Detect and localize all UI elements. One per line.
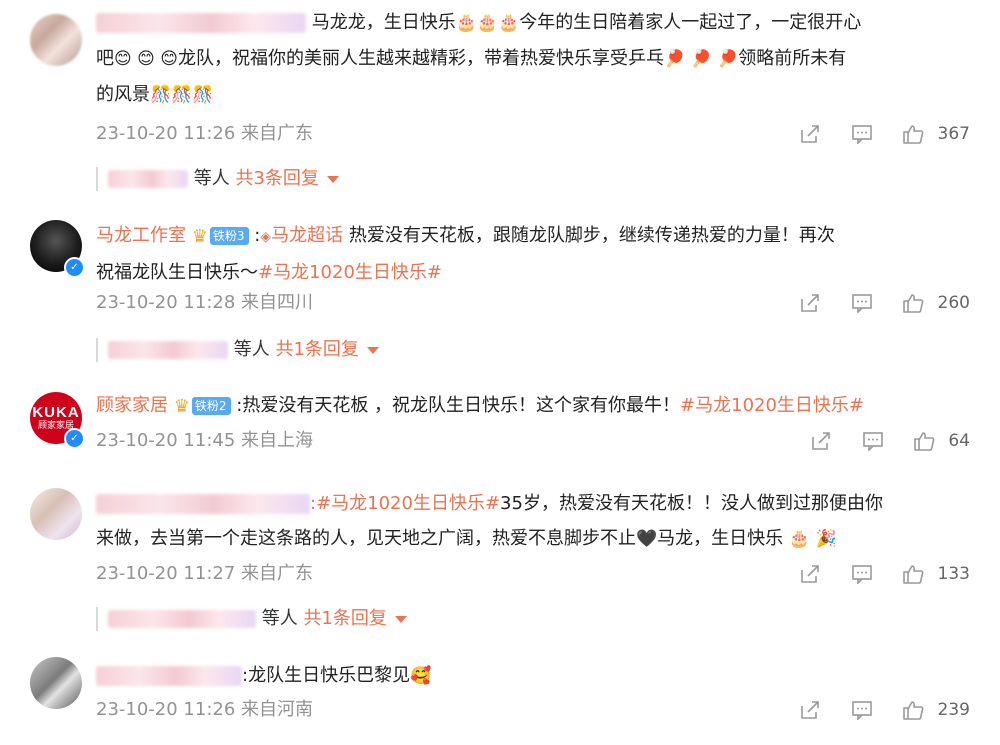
share-icon[interactable] [799, 564, 821, 584]
comment-actions: 260 [775, 291, 970, 315]
avatar[interactable] [30, 14, 82, 66]
hashtag-link[interactable]: #马龙1020生日快乐# [680, 395, 864, 416]
hashtag-link[interactable]: #马龙1020生日快乐# [258, 262, 442, 283]
comment-actions: 239 [775, 698, 970, 722]
author-name[interactable]: 马龙工作室 [96, 225, 186, 246]
reply-summary[interactable]: 等人 共1条回复 [96, 338, 379, 362]
like-icon[interactable] [902, 124, 924, 144]
party-emoji: 🎂 🎉 [788, 529, 837, 549]
comment-actions: 367 [775, 122, 970, 146]
reply-summary[interactable]: 等人 共3条回复 [96, 167, 339, 191]
like-count: 133 [937, 564, 970, 584]
share-icon[interactable] [810, 431, 832, 451]
share-icon[interactable] [799, 700, 821, 720]
like-count: 260 [937, 293, 970, 313]
like-count: 239 [937, 700, 970, 720]
like-icon[interactable] [902, 293, 924, 313]
like-icon[interactable] [913, 431, 935, 451]
crown-icon: ♛ [173, 395, 190, 417]
hashtag-link[interactable]: :#马龙1020生日快乐# [310, 493, 500, 514]
share-icon[interactable] [799, 293, 821, 313]
dropdown-caret-icon[interactable] [366, 346, 379, 354]
black-heart-emoji: 🖤 [636, 529, 658, 549]
comment-meta: 23-10-20 11:45 来自上海 [96, 430, 314, 451]
comment-icon[interactable] [851, 293, 873, 314]
comment-meta: 23-10-20 11:26 来自广东 [96, 123, 314, 144]
topic-link[interactable]: 马龙超话 [271, 225, 343, 246]
comment-icon[interactable] [851, 700, 873, 721]
comment-meta: 23-10-20 11:28 来自四川 [96, 292, 314, 313]
avatar[interactable] [30, 488, 82, 540]
comment-icon[interactable] [851, 564, 873, 585]
more-replies-link[interactable]: 共1条回复 [275, 339, 358, 360]
comment-body: 顾家家居 ♛ 铁粉2 :热爱没有天花板 ，祝龙队生日快乐！这个家有你最牛！#马龙1… [96, 388, 966, 424]
fan-badge: 铁粉3 [209, 227, 249, 245]
dropdown-caret-icon[interactable] [326, 175, 339, 183]
reply-author-blurred[interactable] [108, 170, 188, 188]
diamond-icon: ◈ [260, 229, 272, 245]
comment-body: :龙队生日快乐巴黎见🥰 [96, 658, 966, 694]
comment-meta: 23-10-20 11:27 来自广东 [96, 563, 314, 584]
comment-icon[interactable] [851, 124, 873, 145]
fan-badge: 铁粉2 [191, 397, 231, 415]
like-count: 64 [948, 431, 970, 451]
like-icon[interactable] [902, 564, 924, 584]
author-name-blurred[interactable] [96, 13, 306, 33]
comment-body: :#马龙1020生日快乐#35岁，热爱没有天花板！！没人做到过那便由你 来做，去… [96, 486, 966, 557]
reply-author-blurred[interactable] [108, 610, 256, 628]
comment-meta: 23-10-20 11:26 来自河南 [96, 699, 314, 720]
kuka-logo-text: KUKA [32, 404, 80, 421]
comment-actions: 64 [786, 429, 970, 453]
reply-summary[interactable]: 等人 共1条回复 [96, 607, 407, 631]
author-name-blurred[interactable] [96, 666, 242, 686]
like-icon[interactable] [902, 700, 924, 720]
comment-actions: 133 [775, 562, 970, 586]
comment-body: 马龙工作室 ♛ 铁粉3 :◈马龙超话 热爱没有天花板，跟随龙队脚步，继续传递热爱的… [96, 218, 966, 290]
celebrate-emoji: 🎊🎊🎊 [150, 85, 214, 105]
more-replies-link[interactable]: 共3条回复 [235, 168, 318, 189]
author-name-blurred[interactable] [96, 494, 310, 514]
crown-icon: ♛ [191, 225, 208, 247]
verified-icon: ✓ [64, 257, 85, 278]
author-name[interactable]: 顾家家居 [96, 395, 168, 416]
pingpong-emoji: 🏓 🏓 🏓 [663, 49, 739, 69]
like-count: 367 [937, 124, 970, 144]
more-replies-link[interactable]: 共1条回复 [303, 608, 386, 629]
share-icon[interactable] [799, 124, 821, 144]
avatar[interactable] [30, 657, 82, 709]
cake-emoji: 🎂🎂🎂 [455, 13, 520, 33]
smile-emoji: 😊 😊 😊 [114, 49, 178, 69]
reply-author-blurred[interactable] [108, 341, 228, 359]
comment-icon[interactable] [862, 431, 884, 452]
verified-icon: ✓ [64, 428, 85, 449]
comment-body: 马龙龙，生日快乐🎂🎂🎂今年的生日陪着家人一起过了，一定很开心 吧😊 😊 😊龙队，… [96, 5, 966, 113]
dropdown-caret-icon[interactable] [394, 615, 407, 623]
smiling-hearts-emoji: 🥰 [410, 666, 432, 686]
